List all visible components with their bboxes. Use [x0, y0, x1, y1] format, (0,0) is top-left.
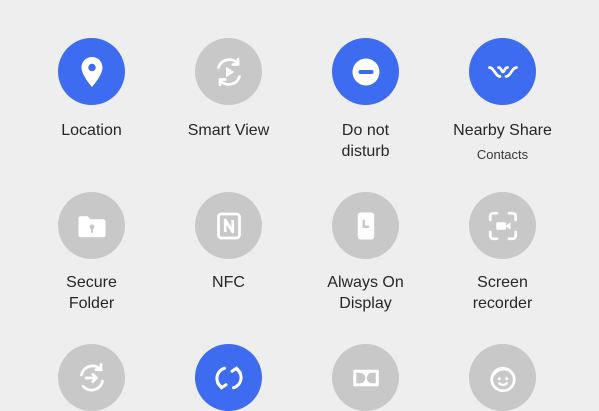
tile-label-line-1: Do not — [341, 122, 390, 139]
tile-label: NFC — [212, 274, 245, 291]
do-not-disturb-icon — [352, 58, 379, 85]
location-pin-icon — [81, 56, 102, 87]
tile-label-line-2: recorder — [472, 295, 533, 312]
smart-view-icon — [216, 57, 241, 86]
tile-label-line-2: Display — [339, 295, 392, 312]
tile-label-line-1: Secure — [66, 274, 117, 291]
nfc-icon — [216, 212, 241, 239]
location-toggle-button[interactable] — [58, 38, 125, 105]
tile-label-line-1: Always On — [327, 274, 404, 291]
do-not-disturb-toggle-button[interactable] — [332, 38, 399, 105]
auto-rotate-icon — [214, 365, 243, 390]
nearby-share-toggle-button[interactable] — [469, 38, 536, 105]
sync-transfer-icon — [79, 362, 104, 391]
sync-transfer-toggle-button[interactable] — [58, 344, 125, 411]
dolby-atmos-icon — [352, 369, 379, 386]
nearby-share-icon — [487, 65, 518, 78]
always-on-display-icon — [357, 212, 374, 239]
tile-label-line-2: Folder — [68, 295, 115, 312]
tile-label: Location — [61, 122, 122, 139]
screen-recorder-toggle-button[interactable] — [469, 192, 536, 259]
secure-folder-toggle-button[interactable] — [58, 192, 125, 259]
smart-view-toggle-button[interactable] — [195, 38, 262, 105]
tile-label: Smart View — [187, 122, 270, 139]
kids-toggle-button[interactable] — [469, 344, 536, 411]
dolby-atmos-toggle-button[interactable] — [332, 344, 399, 411]
auto-rotate-toggle-button[interactable] — [195, 344, 262, 411]
tile-label-line-2: disturb — [341, 143, 390, 160]
kids-face-icon — [489, 366, 516, 392]
tile-label: Nearby Share — [453, 122, 552, 139]
always-on-display-toggle-button[interactable] — [332, 192, 399, 259]
screen-recorder-icon — [488, 211, 517, 240]
secure-folder-icon — [78, 215, 105, 237]
tile-label-line-1: Screen — [477, 274, 528, 291]
tile-sublabel: Contacts — [476, 147, 529, 162]
quick-settings-panel: Location Smart View Do not disturb Nearb… — [0, 0, 599, 411]
nfc-toggle-button[interactable] — [195, 192, 262, 259]
